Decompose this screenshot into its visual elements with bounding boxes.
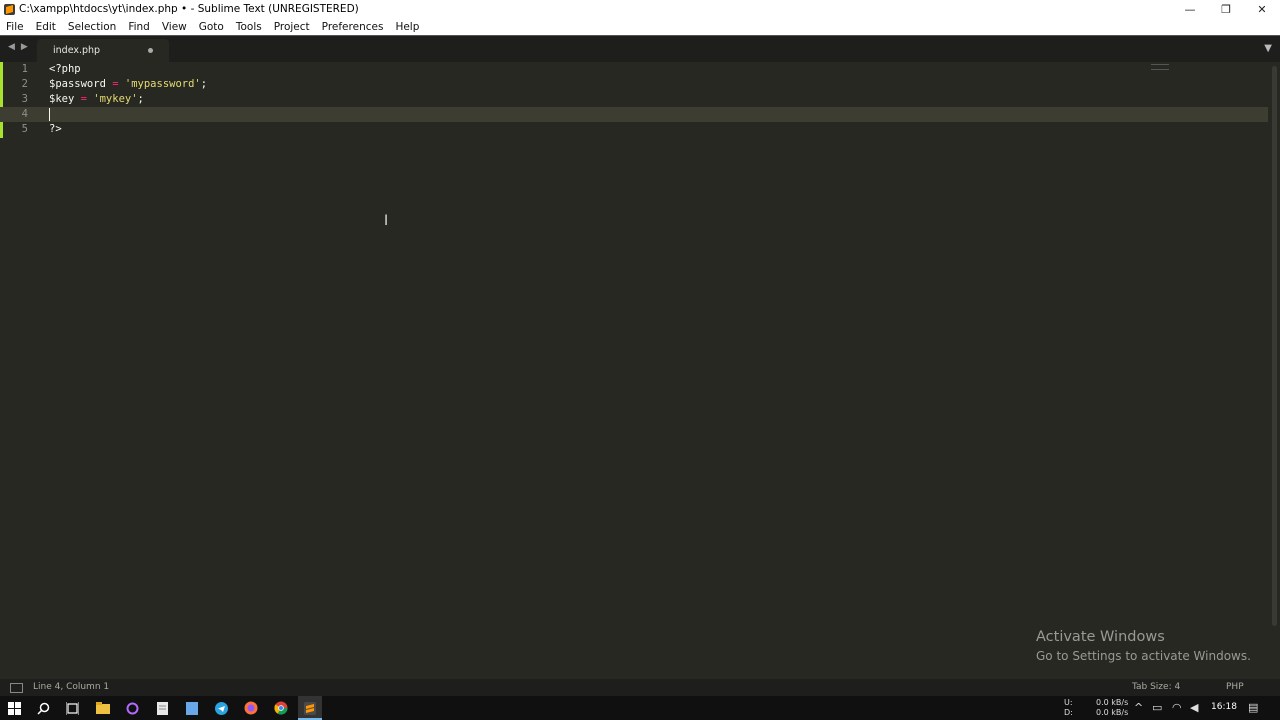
tab-index-php[interactable]: index.php [37, 39, 169, 63]
menu-file[interactable]: File [0, 21, 30, 33]
code-line[interactable]: 1 <?php [0, 62, 1268, 77]
net-up-value: 0.0 kB/s [1096, 698, 1129, 707]
cursor-position: Line 4, Column 1 [33, 682, 110, 692]
telegram-icon[interactable] [213, 700, 229, 716]
tab-bar: ◀ ▶ index.php ▼ [0, 35, 1280, 63]
sublime-app-icon [4, 3, 15, 15]
line-number: 5 [21, 123, 28, 135]
code-token: $key [49, 93, 75, 105]
clock[interactable]: 16:18 [1211, 702, 1237, 712]
line-code: <?php [49, 62, 81, 77]
sublime-text-taskbar-icon[interactable] [302, 700, 318, 716]
app-circle-icon[interactable] [124, 700, 140, 716]
code-token: ; [137, 93, 144, 105]
menu-edit[interactable]: Edit [30, 21, 62, 33]
file-explorer-icon[interactable] [95, 700, 111, 716]
code-line[interactable]: 2 $password = 'mypassword'; [0, 77, 1268, 92]
close-button[interactable]: ✕ [1244, 0, 1280, 18]
menu-tools[interactable]: Tools [230, 21, 268, 33]
unsaved-dot-icon[interactable] [148, 48, 153, 53]
windows-taskbar: U: D: 0.0 kB/s 0.0 kB/s ^ ▭ ◠ ◀ 16:18 ▤ [0, 696, 1280, 720]
code-line[interactable]: 3 $key = 'mykey'; [0, 92, 1268, 107]
menu-view[interactable]: View [156, 21, 193, 33]
firefox-icon[interactable] [243, 700, 259, 716]
menu-find[interactable]: Find [122, 21, 156, 33]
tab-prev-icon[interactable]: ◀ [8, 42, 15, 52]
line-number: 1 [21, 63, 28, 75]
line-number: 4 [21, 108, 28, 120]
menu-bar: File Edit Selection Find View Goto Tools… [0, 18, 1280, 35]
panel-toggle-icon[interactable] [10, 683, 23, 693]
line-code: ?> [49, 122, 62, 137]
net-down-value: 0.0 kB/s [1096, 708, 1129, 717]
vertical-scrollbar[interactable] [1268, 62, 1280, 679]
wifi-icon[interactable]: ◠ [1172, 701, 1182, 714]
tab-next-icon[interactable]: ▶ [21, 42, 28, 52]
notifications-icon[interactable]: ▤ [1248, 701, 1258, 714]
restore-button[interactable]: ❐ [1208, 0, 1244, 18]
network-labels: U: D: [1064, 698, 1073, 718]
net-up-label: U: [1064, 698, 1073, 707]
code-editor[interactable]: 1 <?php 2 $password = 'mypassword'; 3 $key = … [0, 62, 1280, 679]
notepad-icon[interactable] [154, 700, 170, 716]
battery-icon[interactable]: ▭ [1152, 701, 1162, 714]
title-bar: C:\xampp\htdocs\yt\index.php • - Sublime… [0, 0, 1280, 18]
window-controls: — ❐ ✕ [1172, 0, 1280, 18]
tab-label: index.php [53, 45, 101, 56]
network-values: 0.0 kB/s 0.0 kB/s [1096, 698, 1128, 718]
code-token: 'mypassword' [124, 78, 201, 90]
minimap[interactable] [1151, 64, 1169, 70]
tab-size-indicator[interactable]: Tab Size: 4 [1132, 682, 1180, 692]
volume-icon[interactable]: ◀ [1190, 701, 1198, 714]
scrollbar-thumb[interactable] [1272, 66, 1277, 626]
chrome-icon[interactable] [273, 700, 289, 716]
activate-title: Activate Windows [1036, 629, 1165, 645]
activate-windows-watermark: Activate Windows Go to Settings to activ… [1036, 629, 1251, 663]
tab-dropdown-icon[interactable]: ▼ [1264, 43, 1272, 54]
code-token: ; [200, 78, 208, 90]
code-token: 'mykey' [93, 93, 138, 105]
windows-start-icon[interactable] [6, 700, 22, 716]
mouse-ibeam-cursor-icon: I [384, 213, 389, 229]
code-line[interactable]: 4 [0, 107, 1268, 122]
code-token: <?php [49, 63, 81, 75]
menu-help[interactable]: Help [389, 21, 425, 33]
net-down-label: D: [1064, 708, 1073, 717]
text-cursor [49, 108, 50, 121]
tray-chevron-up-icon[interactable]: ^ [1134, 701, 1143, 714]
status-bar: Line 4, Column 1 Tab Size: 4 PHP [0, 679, 1280, 696]
search-icon[interactable] [35, 700, 51, 716]
code-token: $password [49, 78, 106, 90]
activate-subtitle: Go to Settings to activate Windows. [1036, 649, 1251, 663]
menu-selection[interactable]: Selection [62, 21, 122, 33]
menu-preferences[interactable]: Preferences [316, 21, 390, 33]
tab-navigation: ◀ ▶ [8, 42, 28, 52]
line-number: 3 [21, 93, 28, 105]
syntax-indicator[interactable]: PHP [1226, 682, 1244, 692]
line-number: 2 [21, 78, 28, 90]
code-line[interactable]: 5 ?> [0, 122, 1268, 137]
line-code: $key = 'mykey'; [49, 92, 144, 107]
menu-project[interactable]: Project [268, 21, 316, 33]
line-code: $password = 'mypassword'; [49, 77, 207, 92]
code-token: ?> [49, 123, 62, 135]
menu-goto[interactable]: Goto [193, 21, 230, 33]
window-title: C:\xampp\htdocs\yt\index.php • - Sublime… [19, 3, 359, 15]
notes-app-icon[interactable] [184, 700, 200, 716]
minimize-button[interactable]: — [1172, 0, 1208, 18]
task-view-icon[interactable] [64, 700, 80, 716]
